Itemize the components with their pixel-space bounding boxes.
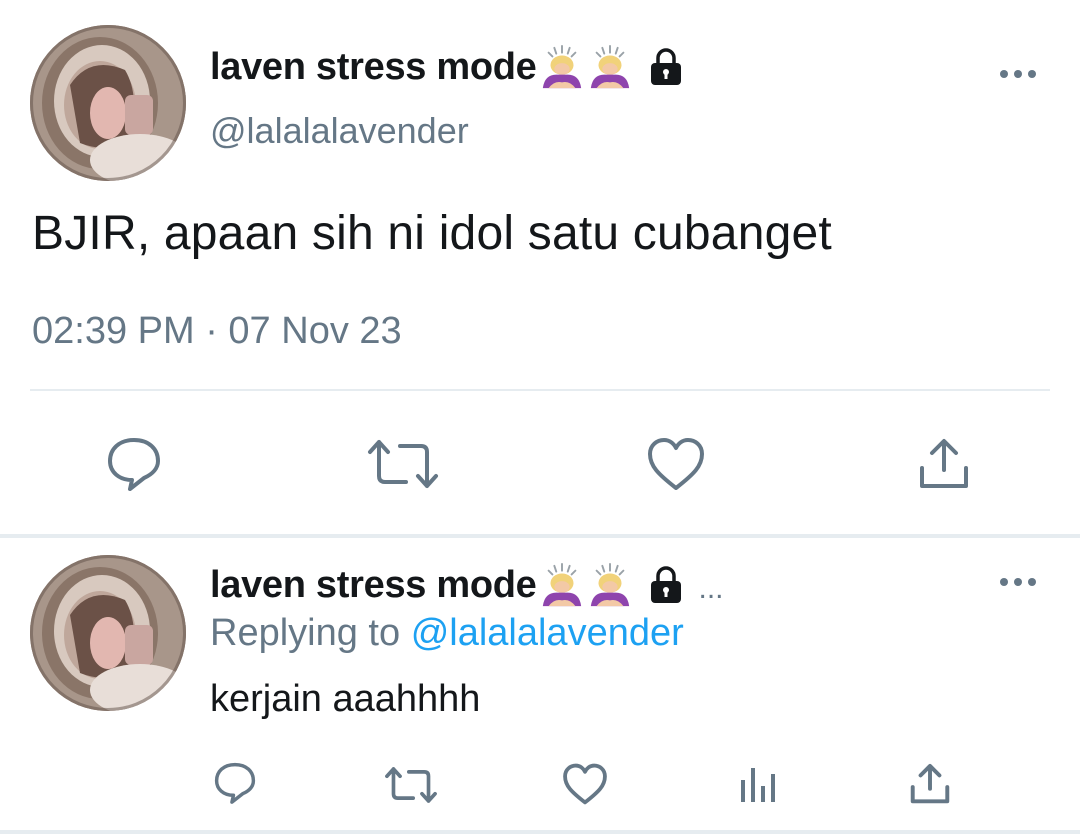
share-icon[interactable] (908, 762, 952, 806)
author-name-row[interactable]: laven stress mode (210, 560, 724, 610)
retweet-icon[interactable] (384, 766, 438, 804)
more-options-icon[interactable] (998, 64, 1038, 84)
section-divider (0, 534, 1080, 538)
woman-bowing-emoji (587, 562, 633, 608)
woman-bowing-emoji (539, 562, 585, 608)
tweet-text: BJIR, apaan sih ni idol satu cubanget (32, 207, 832, 260)
mention-link[interactable]: @lalalalavender (411, 612, 684, 654)
avatar[interactable] (30, 25, 186, 181)
divider (30, 389, 1050, 391)
tweet-timestamp[interactable]: 02:39 PM · 07 Nov 23 (32, 310, 402, 353)
analytics-icon[interactable] (738, 764, 778, 804)
main-tweet[interactable]: laven stress mode @lalalalavender BJIR, … (0, 0, 1080, 534)
replying-to: Replying to @lalalalavender (210, 612, 684, 655)
woman-bowing-emoji (587, 44, 633, 90)
avatar[interactable] (30, 555, 186, 711)
more-options-icon[interactable] (998, 572, 1038, 592)
like-icon[interactable] (646, 436, 706, 492)
lock-icon (645, 564, 687, 606)
author-handle[interactable]: @lalalalavender (210, 110, 469, 152)
retweet-icon[interactable] (366, 438, 440, 490)
reply-text: kerjain aaahhhh (210, 678, 481, 720)
display-name[interactable]: laven stress mode (210, 46, 537, 89)
replying-prefix: Replying to (210, 612, 401, 654)
lock-icon (645, 46, 687, 88)
display-name[interactable]: laven stress mode (210, 564, 537, 607)
name-truncation: ... (698, 572, 724, 605)
reply-icon[interactable] (104, 434, 164, 494)
author-name-row[interactable]: laven stress mode (210, 42, 687, 92)
woman-bowing-emoji (539, 44, 585, 90)
reply-icon[interactable] (212, 760, 258, 806)
bottom-divider (0, 830, 1080, 834)
like-icon[interactable] (562, 762, 608, 806)
tweet-thread: laven stress mode @lalalalavender BJIR, … (0, 0, 1080, 834)
share-icon[interactable] (916, 436, 972, 492)
